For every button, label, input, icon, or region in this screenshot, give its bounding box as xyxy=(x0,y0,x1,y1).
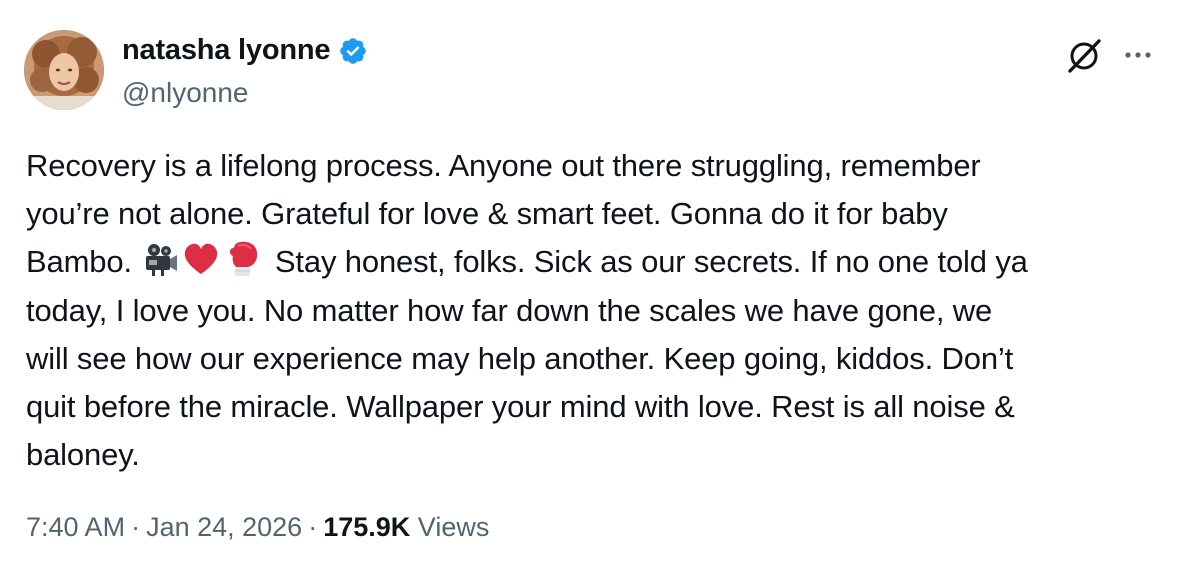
display-name[interactable]: natasha lyonne xyxy=(122,34,331,67)
tweet-line: baloney. xyxy=(26,437,140,473)
red-heart-emoji xyxy=(182,240,220,278)
tweet-text: Recovery is a lifelong process. Anyone o… xyxy=(26,142,1166,479)
avatar[interactable] xyxy=(24,30,104,110)
tweet-line-fragment: Bambo. xyxy=(26,244,141,280)
views-count[interactable]: 175.9K xyxy=(323,512,410,542)
tweet-line: Recovery is a lifelong process. Anyone o… xyxy=(26,148,981,183)
tweet-time[interactable]: 7:40 AM xyxy=(26,512,125,542)
tweet-line: will see how our experience may help ano… xyxy=(26,340,1014,376)
meta-separator: · xyxy=(308,512,318,542)
more-options-icon[interactable] xyxy=(1120,40,1156,70)
movie-camera-emoji xyxy=(140,240,178,278)
avatar-photo xyxy=(24,30,104,110)
views-label: Views xyxy=(417,512,490,542)
tweet-meta: 7:40 AM · Jan 24, 2026 · 175.9K Views xyxy=(26,512,489,543)
tweet-line: quit before the miracle. Wallpaper your … xyxy=(26,389,1015,425)
tweet: natasha lyonne @nlyonne Recovery is a li… xyxy=(0,0,1186,584)
tweet-line-with-emoji: Bambo. Stay honest, folks. Sick as our s… xyxy=(26,238,1166,286)
grok-icon[interactable] xyxy=(1064,36,1104,76)
tweet-date[interactable]: Jan 24, 2026 xyxy=(146,512,302,542)
boxing-glove-emoji xyxy=(224,240,262,278)
author-name-row: natasha lyonne xyxy=(122,34,368,67)
meta-separator: · xyxy=(131,512,141,542)
tweet-line-fragment: Stay honest, folks. Sick as our secrets.… xyxy=(266,244,1028,280)
tweet-line: you’re not alone. Grateful for love & sm… xyxy=(26,196,948,232)
handle[interactable]: @nlyonne xyxy=(122,77,249,109)
tweet-line: today, I love you. No matter how far dow… xyxy=(26,292,993,328)
verified-badge-icon[interactable] xyxy=(338,36,368,66)
